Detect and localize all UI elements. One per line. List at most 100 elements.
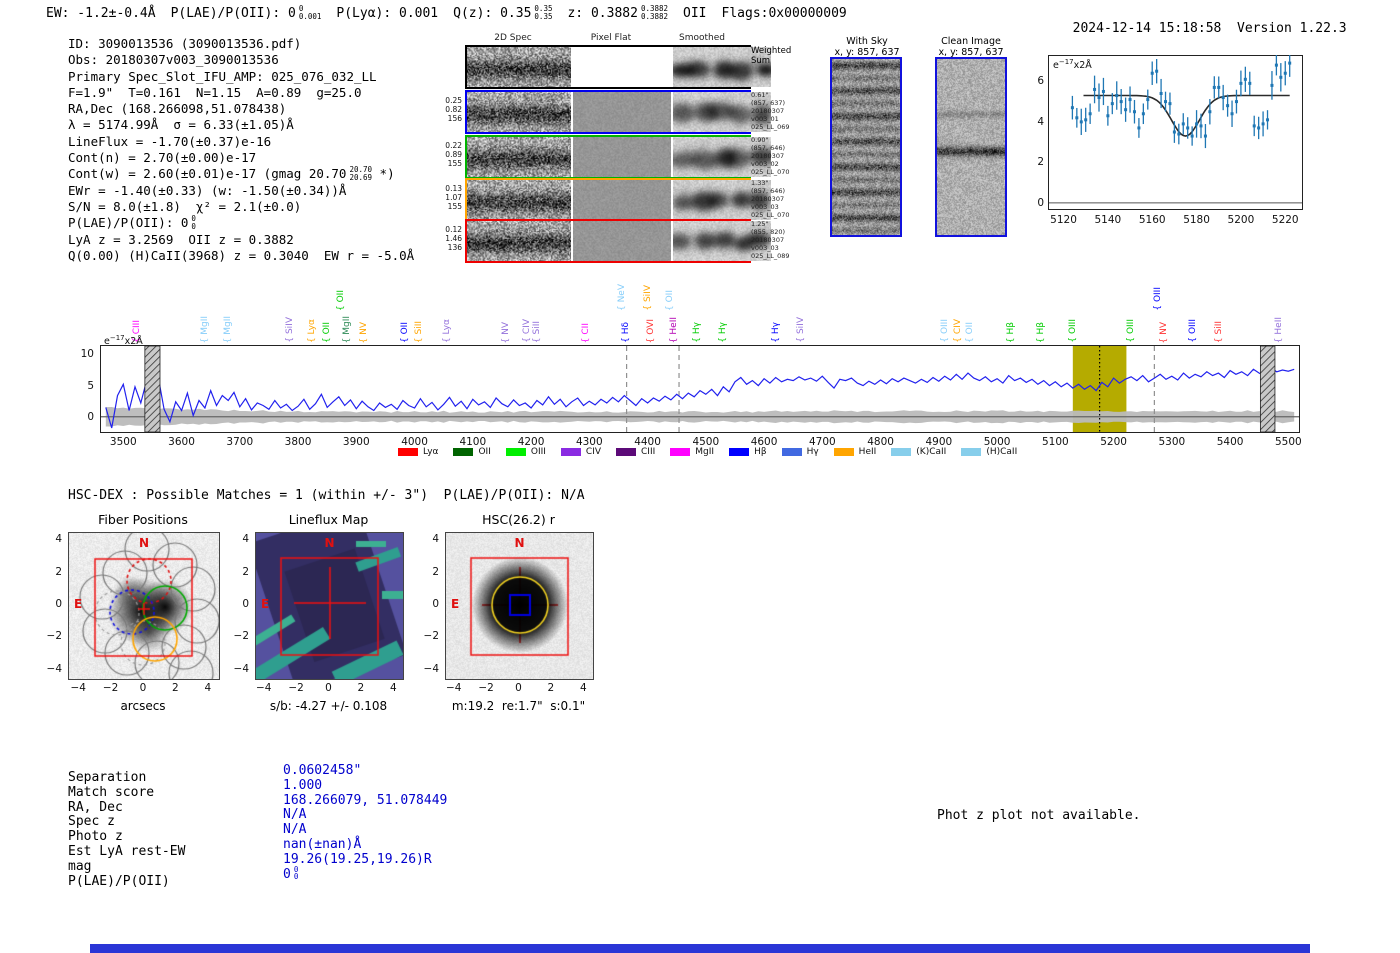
inset-xtick: 5180 [1183,214,1210,226]
summary-segment-text: P(Lyα): 0.001 [336,6,439,21]
spec2d-row-4 [465,219,771,263]
inset-ytick: 4 [1037,115,1044,128]
spec2d-right-label: 0.90" [751,136,769,144]
line-label-Hγ: { Hγ [718,322,728,343]
super-sub-stack: 0.35 0.35 [534,5,552,20]
info-line-6: LineFlux = -1.70(±0.37)e-16 [68,134,414,150]
spec2d-cell-1-pixelflat [573,92,672,132]
line-label-OIII: { OIII [1153,287,1163,311]
summary-segment-text: OII [683,6,707,21]
info-line-text: RA,Dec (168.266098,51.078438) [68,101,287,117]
line-label-SiII: { SiII [1214,320,1224,343]
line-label-Hβ: { Hβ [1006,321,1016,343]
line-label-MgII: { MgII [342,315,352,343]
summary-segment-text: P(LAE)/P(OII): 0 [170,6,296,21]
spec2d-left-labels-3: 0.13 1.07 155 [440,184,462,211]
spec2d-left-label: 0.25 [445,96,462,105]
match-row-3: Spec z N/A [68,807,447,829]
spec2d-row-2 [465,135,771,179]
spec2d-right-label: 20180307 [751,152,785,160]
clean-image-title: Clean Image x, y: 857, 637 [938,36,1003,58]
info-line-text: LyA z = 3.2569 OII z = 0.3882 [68,231,294,247]
match-row-value: N/A [283,807,306,822]
spec2d-right-label: Weighted [751,46,792,56]
match-row-label: Separation [68,770,147,785]
match-row-0: Separation 0.0602458" [68,763,447,785]
match-row-2: RA, Dec 168.266079, 51.078449 [68,793,447,815]
super-sub-stack: 20.70 20.69 [349,166,372,181]
summary-segment-text: EW: -1.2±-0.4Å [46,6,156,21]
info-line-7: Cont(n) = 2.70(±0.00)e-17 [68,150,414,166]
info-line-12: LyA z = 3.2569 OII z = 0.3882 [68,232,414,248]
info-line-text: F=1.9" T=0.161 N=1.15 A=0.89 g=25.0 [68,84,362,100]
col-title-pixelflat: Pixel Flat [590,33,632,43]
info-line-9: EWr = -1.40(±0.33) (w: -1.50(±0.34))Å [68,183,414,199]
cutout-xtick: −4 [70,682,86,694]
info-block: ID: 3090013536 (3090013536.pdf) Obs: 2018… [68,36,414,264]
inset-ytick: 0 [1037,196,1044,209]
inset-ytick: 6 [1037,75,1044,88]
line-legend: Lyα OII OIII CIV CIII MgII Hβ Hγ HeII (K)CaII (H)C… [398,447,1017,457]
spec2d-right-labels-1: 0.61" (857, 637) 20180307 v003_01 025_LL_069 [751,91,815,131]
match-row-value-text: 168.266079, 51.078449 [283,792,448,808]
with-sky-title: With Sky x, y: 857, 637 [834,36,899,58]
line-label-CIV: { CIV [953,319,963,343]
match-row-value-text: nan(±nan)Å [283,836,362,852]
spec2d-right-label: 1.33" [751,179,769,187]
spec2d-right-label: 025_LL_070 [751,168,790,176]
spec2d-right-label: v003_02 [751,160,779,168]
inset-fit-svg [1048,55,1303,210]
line-label-SiIV: { SiIV [796,317,806,343]
info-line-text: S/N = 8.0(±1.8) χ² = 2.1(±0.0) [68,198,302,214]
legend-label: MgII [695,447,715,457]
cutout-xtick: −2 [288,682,304,694]
cutout-ytick: 4 [432,533,439,546]
inset-xtick: 5220 [1271,214,1299,226]
match-row-value: nan(±nan)Å [283,837,361,852]
elixer-report-page: { "header": { "segments": [ {"text": "EW… [0,0,1400,953]
match-row-label: P(LAE)/P(OII) [68,873,170,889]
line-label-OIII: { OIII [1188,319,1198,343]
line-label-Hγ: { Hγ [692,322,702,343]
spec2d-right-labels-2: 0.90" (857, 646) 20180307 v003_02 025_LL_070 [751,136,815,176]
clean-image-panel [935,57,1007,237]
line-label-CII: { CII [581,322,591,343]
info-line-10: S/N = 8.0(±1.8) χ² = 2.1(±0.0) [68,199,414,215]
line-label-NV: { NV [1159,321,1169,343]
summary-segment-1: P(LAE)/P(OII): 0 0 0.001 [170,5,322,21]
line-label-OII: { OII [965,322,975,343]
summary-segment-0: EW: -1.2±-0.4Å [46,6,156,21]
spec2d-left-label: 155 [447,159,462,168]
line-label-OII: { OII [400,322,410,343]
match-row-value-text: 0.0602458" [283,763,362,778]
inset-xtick: 5120 [1050,214,1077,226]
legend-swatch [505,448,526,456]
main-xtick: 5100 [1041,436,1069,448]
line-label-CIV: { CIV [522,319,532,343]
cutout-ytick: 0 [242,598,249,610]
info-line-text: Primary Spec_Slot_IFU_AMP: 025_076_032_L… [68,68,377,84]
info-line-2: Primary Spec_Slot_IFU_AMP: 025_076_032_L… [68,69,414,85]
line-label-HeII: { HeII [1274,316,1284,343]
spec2d-right-label: 20180307 [751,236,785,244]
legend-swatch [670,448,691,456]
info-line-tail: *) [372,166,395,182]
spec2d-cell-0-2dspec [467,47,572,87]
match-row-label: Est LyA rest-EW [68,843,186,859]
line-label-Lyα: { Lyα [307,318,317,343]
stack-sub: 0.35 [534,11,553,21]
spec2d-right-labels-4: 1.25" (855, 820) 20180307 v003_03 025_LL_089 [751,220,815,260]
match-row-label: Match score [68,784,155,800]
legend-swatch [961,448,982,456]
legend-item-OIII: OIII [505,447,546,457]
match-row-7: P(LAE)/P(OII) 0 0 0 [68,866,447,889]
spec2d-right-label: v003_03 [751,203,779,211]
cutout-ytick: −4 [46,662,62,675]
cutout-xtick: −2 [478,682,494,694]
east-label: E [74,597,83,611]
cutout-ytick: 4 [242,533,249,546]
main-xtick: 3900 [342,436,370,448]
info-line-text: Cont(w) = 2.60(±0.01)e-17 (gmag 20.70 [68,166,347,182]
stack-sub: 0.001 [298,11,322,21]
cutout-ytick: 2 [55,565,62,578]
